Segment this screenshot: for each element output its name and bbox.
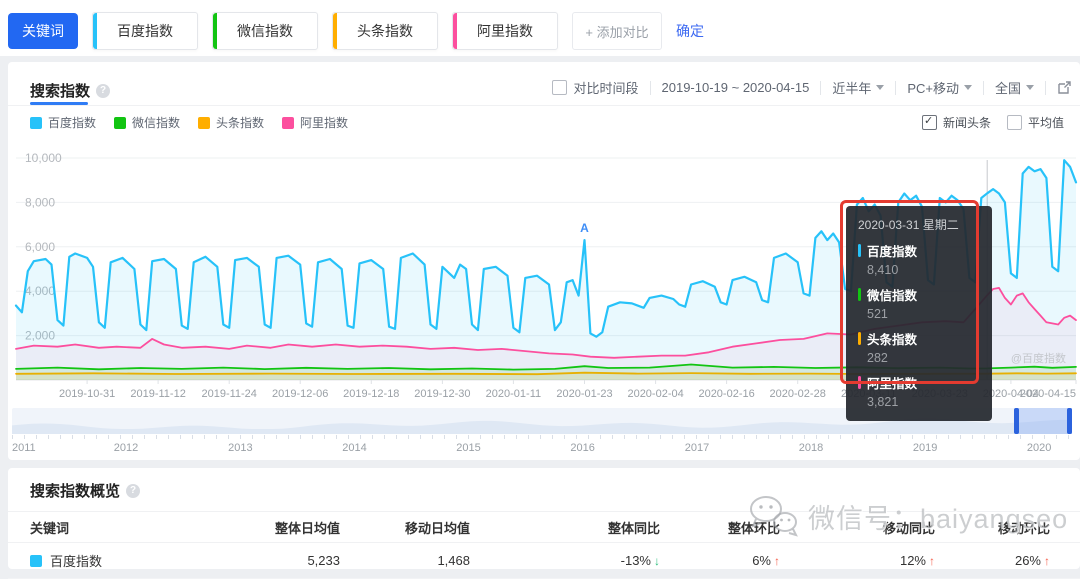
keyword-label: 头条指数 xyxy=(357,21,413,41)
overall-yoy-value: -13%↓ xyxy=(470,553,660,568)
y-tick-label: 10,000 xyxy=(25,151,62,165)
y-tick-label: 8,000 xyxy=(25,195,55,209)
slider-year-axis: 2011 2012 2013 2014 2015 2016 2017 2018 2019 2020 xyxy=(12,442,1072,456)
year-label: 2011 xyxy=(12,442,36,454)
mobile-avg-value: 1,468 xyxy=(340,553,470,568)
year-label: 2018 xyxy=(799,442,823,454)
keyword-label: 阿里指数 xyxy=(477,21,533,41)
keyword-box-ali[interactable]: 阿里指数 xyxy=(452,12,558,50)
keyword-box-wechat[interactable]: 微信指数 xyxy=(212,12,318,50)
chart-watermark: @百度指数 xyxy=(1011,351,1066,365)
keyword-box-toutiao[interactable]: 头条指数 xyxy=(332,12,438,50)
slider-handle-right[interactable] xyxy=(1067,408,1072,434)
x-tick-label: 2020-01-23 xyxy=(556,388,612,400)
up-arrow-icon: ↑ xyxy=(1044,554,1050,568)
year-label: 2016 xyxy=(570,442,594,454)
year-label: 2014 xyxy=(342,442,366,454)
overview-header-row: 关键词 整体日均值 移动日均值 整体同比 整体环比 移动同比 移动环比 xyxy=(8,511,1080,543)
keyword-color-bar xyxy=(213,13,217,49)
slider-selection[interactable] xyxy=(1016,408,1072,434)
row-keyword-cell: 百度指数 xyxy=(30,551,230,570)
year-label: 2013 xyxy=(228,442,252,454)
x-tick-label: 2019-12-30 xyxy=(414,388,470,400)
keyword-label: 微信指数 xyxy=(237,21,293,41)
tooltip-series-name: 阿里指数 xyxy=(858,373,980,392)
series-color-bar xyxy=(858,288,861,301)
baidu-index-page: { "colors":{"primary":"#2268f2","baidu":… xyxy=(0,0,1080,569)
year-label: 2020 xyxy=(1027,442,1051,454)
year-label: 2017 xyxy=(685,442,709,454)
keyword-swatch xyxy=(30,555,42,567)
series-color-bar xyxy=(858,332,861,345)
chart-tooltip: 2020-03-31 星期二 百度指数 8,410 微信指数 521 头条指数 … xyxy=(846,206,992,421)
add-compare-button[interactable]: + 添加对比 xyxy=(572,12,662,50)
mobile-yoy-value: 12%↑ xyxy=(780,553,935,568)
mobile-mom-value: 26%↑ xyxy=(935,553,1050,568)
x-tick-label: 2019-12-06 xyxy=(272,388,328,400)
col-overall-mom: 整体环比 xyxy=(660,518,780,537)
year-label: 2012 xyxy=(114,442,138,454)
tooltip-series-name: 微信指数 xyxy=(858,285,980,304)
table-row[interactable]: 百度指数 5,233 1,468 -13%↓ 6%↑ 12%↑ 26%↑ xyxy=(8,543,1080,579)
x-tick-label: 2019-11-12 xyxy=(130,388,185,400)
tooltip-series-value: 8,410 xyxy=(867,263,980,277)
x-tick-label: 2019-12-18 xyxy=(343,388,399,400)
confirm-button[interactable]: 确定 xyxy=(676,21,704,41)
series-color-bar xyxy=(858,376,861,389)
col-mobile-yoy: 移动同比 xyxy=(780,518,935,537)
year-label: 2019 xyxy=(913,442,937,454)
keyword-box-baidu[interactable]: 百度指数 xyxy=(92,12,198,50)
slider-tick-marks xyxy=(12,435,1072,439)
tooltip-date: 2020-03-31 星期二 xyxy=(858,216,980,233)
x-tick-label: 2019-11-24 xyxy=(201,388,256,400)
year-label: 2015 xyxy=(456,442,480,454)
col-mobile-avg: 移动日均值 xyxy=(340,518,470,537)
help-icon[interactable]: ? xyxy=(126,484,140,498)
news-marker-a: A xyxy=(580,221,589,235)
overview-title: 搜索指数概览 ? xyxy=(8,468,1080,511)
x-tick-label: 2020-02-16 xyxy=(698,388,754,400)
tooltip-series-name: 头条指数 xyxy=(858,329,980,348)
x-tick-label: 2020-02-28 xyxy=(770,388,826,400)
x-tick-label: 2020-01-11 xyxy=(486,388,541,400)
col-keyword: 关键词 xyxy=(30,518,230,537)
tooltip-series-name: 百度指数 xyxy=(858,241,980,260)
y-tick-label: 6,000 xyxy=(25,240,55,254)
overview-card: 搜索指数概览 ? 关键词 整体日均值 移动日均值 整体同比 整体环比 移动同比 … xyxy=(8,468,1080,569)
x-tick-label: 2020-04-15 xyxy=(1020,388,1076,400)
col-mobile-mom: 移动环比 xyxy=(935,518,1050,537)
series-color-bar xyxy=(858,244,861,257)
x-tick-label: 2019-10-31 xyxy=(59,388,115,400)
slider-handle-left[interactable] xyxy=(1014,408,1019,434)
overall-avg-value: 5,233 xyxy=(230,553,340,568)
tooltip-series-value: 521 xyxy=(867,307,980,321)
tooltip-series-value: 282 xyxy=(867,351,980,365)
x-tick-label: 2020-02-04 xyxy=(627,388,683,400)
tooltip-series-value: 3,821 xyxy=(867,395,980,409)
keyword-color-bar xyxy=(333,13,337,49)
keyword-label: 百度指数 xyxy=(117,21,173,41)
overall-mom-value: 6%↑ xyxy=(660,553,780,568)
col-overall-avg: 整体日均值 xyxy=(230,518,340,537)
keyword-color-bar xyxy=(453,13,457,49)
keyword-button[interactable]: 关键词 xyxy=(8,13,78,49)
col-overall-yoy: 整体同比 xyxy=(470,518,660,537)
keyword-color-bar xyxy=(93,13,97,49)
keyword-toolbar: 关键词 百度指数 微信指数 头条指数 阿里指数 + 添加对比 确定 xyxy=(8,12,704,50)
